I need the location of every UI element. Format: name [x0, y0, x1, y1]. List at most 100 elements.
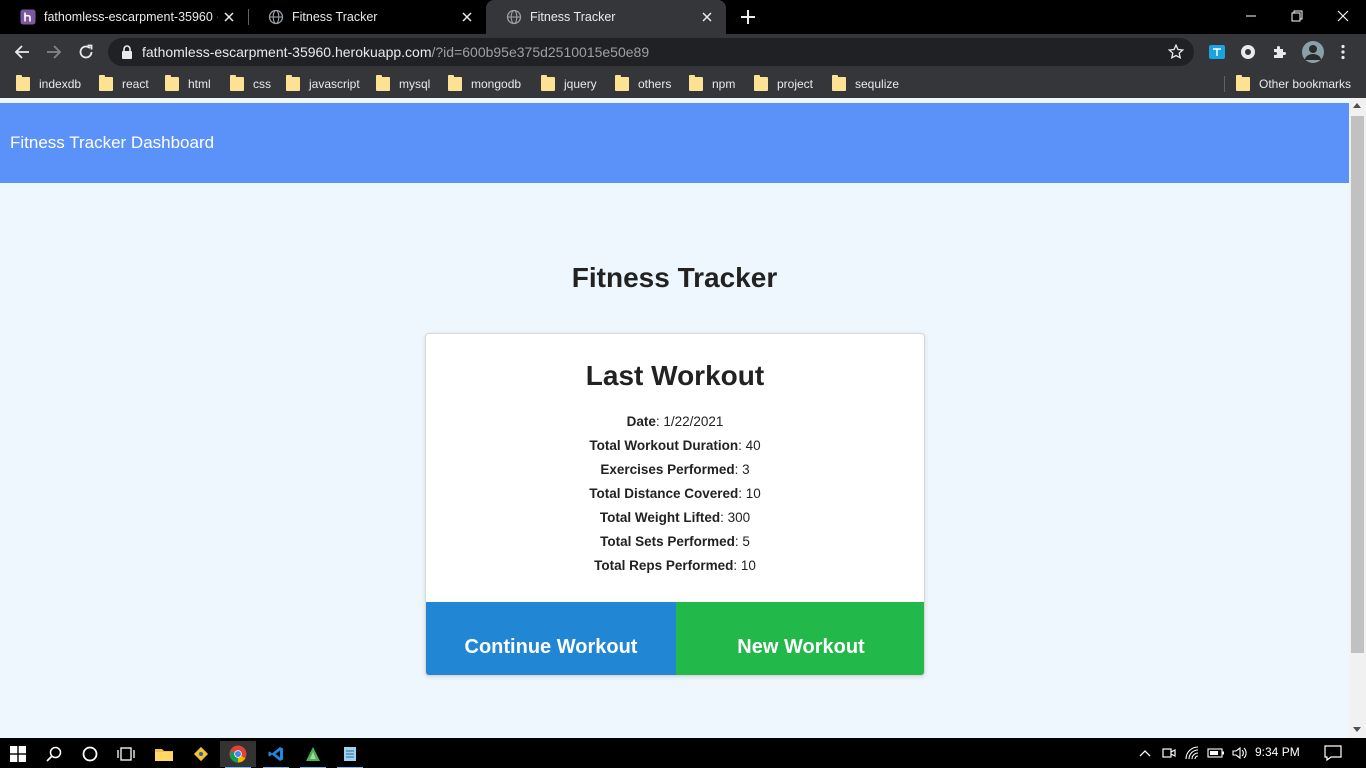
close-tab-icon[interactable]: [218, 6, 240, 28]
stat-value: 40: [745, 438, 761, 453]
bookmark-label: sequlize: [855, 77, 900, 91]
extensions-puzzle-icon[interactable]: [1271, 43, 1289, 61]
stat-sets: Total Sets Performed: 5: [600, 534, 750, 549]
restore-button[interactable]: [1274, 0, 1320, 32]
scroll-up-icon[interactable]: [1353, 103, 1361, 108]
notepad-icon[interactable]: [332, 741, 368, 768]
back-button[interactable]: [8, 38, 36, 66]
tab-fitness-tracker-active[interactable]: Fitness Tracker: [486, 0, 726, 34]
close-window-button[interactable]: [1320, 0, 1366, 32]
restore-icon: [1291, 10, 1303, 22]
bookmark-project[interactable]: project: [754, 70, 813, 98]
wifi-icon[interactable]: [1184, 744, 1202, 762]
windows-start-icon[interactable]: [0, 741, 36, 767]
bookmark-star-icon[interactable]: [1168, 44, 1184, 60]
extension-circle-icon[interactable]: [1239, 43, 1257, 61]
notifications-icon[interactable]: [1324, 744, 1342, 762]
chrome-icon[interactable]: [220, 741, 256, 768]
close-tab-icon[interactable]: [696, 6, 718, 28]
minimize-icon: [1246, 15, 1256, 17]
scrollbar-thumb[interactable]: [1351, 116, 1364, 653]
git-icon[interactable]: [183, 741, 219, 767]
taskbar-clock[interactable]: 9:34 PM: [1255, 745, 1300, 759]
tab-title: Fitness Tracker: [292, 10, 378, 24]
reload-button[interactable]: [72, 38, 100, 66]
folder-icon: [230, 75, 244, 91]
arrow-left-icon: [14, 45, 29, 59]
extension-translate-icon[interactable]: [1208, 43, 1226, 61]
continue-workout-button[interactable]: Continue Workout: [426, 602, 676, 675]
bookmark-label: mysql: [399, 77, 431, 91]
bookmark-mongodb[interactable]: mongodb: [448, 70, 521, 98]
vscode-icon[interactable]: [258, 741, 294, 768]
address-bar[interactable]: fathomless-escarpment-35960.herokuapp.co…: [108, 38, 1194, 66]
search-icon[interactable]: [36, 741, 72, 767]
menu-kebab-icon[interactable]: [1334, 43, 1352, 61]
tab-title: Fitness Tracker: [530, 10, 616, 24]
bookmark-indexdb[interactable]: indexdb: [16, 70, 81, 98]
stat-value: 10: [740, 558, 756, 573]
meet-now-icon[interactable]: [1160, 744, 1178, 762]
plus-icon: [741, 10, 755, 24]
new-workout-button[interactable]: New Workout: [676, 602, 924, 675]
folder-icon: [689, 75, 703, 91]
globe-icon: [506, 9, 522, 25]
forward-button[interactable]: [40, 38, 68, 66]
stat-label: Total Workout Duration: [589, 438, 739, 453]
stat-reps: Total Reps Performed: 10: [594, 558, 756, 573]
bookmark-react[interactable]: react: [99, 70, 149, 98]
tab-heroku[interactable]: fathomless-escarpment-35960 · S: [0, 0, 248, 34]
volume-icon[interactable]: [1231, 744, 1249, 762]
globe-icon: [268, 9, 284, 25]
bookmark-other-bookmarks[interactable]: Other bookmarks: [1236, 70, 1351, 98]
folder-icon: [1236, 75, 1250, 91]
close-tab-icon[interactable]: [456, 6, 478, 28]
tab-title: fathomless-escarpment-35960 · S: [44, 10, 218, 24]
browser-toolbar: fathomless-escarpment-35960.herokuapp.co…: [0, 34, 1366, 70]
minimize-button[interactable]: [1228, 0, 1274, 32]
page-scrollbar[interactable]: [1349, 98, 1366, 738]
bookmark-css[interactable]: css: [230, 70, 271, 98]
navbar-brand[interactable]: Fitness Tracker Dashboard: [10, 133, 214, 153]
last-workout-card: Last Workout Date: 1/22/2021 Total Worko…: [425, 333, 925, 676]
folder-icon: [615, 75, 629, 91]
folder-icon: [832, 75, 846, 91]
profile-avatar[interactable]: [1302, 41, 1324, 63]
folder-icon: [376, 75, 390, 91]
stat-total-duration: Total Workout Duration: 40: [589, 438, 761, 453]
bookmark-sequlize[interactable]: sequlize: [832, 70, 899, 98]
folder-icon: [541, 75, 555, 91]
bookmark-label: html: [188, 77, 211, 91]
mongodb-compass-icon[interactable]: [295, 741, 331, 768]
stat-label: Total Distance Covered: [589, 486, 739, 501]
bookmark-mysql[interactable]: mysql: [376, 70, 430, 98]
cortana-icon[interactable]: [72, 741, 108, 767]
tab-fitness-tracker[interactable]: Fitness Tracker: [248, 0, 486, 34]
url-text: fathomless-escarpment-35960.herokuapp.co…: [142, 44, 649, 60]
bookmark-label: npm: [712, 77, 736, 91]
lock-icon[interactable]: [120, 45, 134, 59]
close-icon: [1337, 10, 1349, 22]
stat-label: Total Sets Performed: [600, 534, 735, 549]
bookmark-label: jquery: [564, 77, 597, 91]
stat-date: Date: 1/22/2021: [626, 414, 724, 429]
bookmark-npm[interactable]: npm: [689, 70, 735, 98]
bookmark-label: indexdb: [39, 77, 82, 91]
bookmark-others[interactable]: others: [615, 70, 671, 98]
bookmark-jquery[interactable]: jquery: [541, 70, 597, 98]
bookmarks-separator: [1224, 76, 1225, 92]
file-explorer-icon[interactable]: [146, 741, 182, 767]
bookmark-label: javascript: [309, 77, 360, 91]
chevron-up-icon[interactable]: [1136, 744, 1154, 762]
navbar: Fitness Tracker Dashboard: [0, 103, 1349, 183]
stat-value: 10: [745, 486, 761, 501]
new-tab-button[interactable]: [736, 6, 760, 28]
task-view-icon[interactable]: [108, 741, 144, 767]
stat-label: Total Weight Lifted: [599, 510, 721, 525]
bookmark-javascript[interactable]: javascript: [286, 70, 360, 98]
stat-exercises: Exercises Performed: 3: [600, 462, 750, 477]
bookmark-html[interactable]: html: [165, 70, 211, 98]
page-title: Fitness Tracker: [571, 262, 778, 293]
scroll-down-icon[interactable]: [1353, 727, 1361, 732]
battery-icon[interactable]: [1207, 744, 1225, 762]
